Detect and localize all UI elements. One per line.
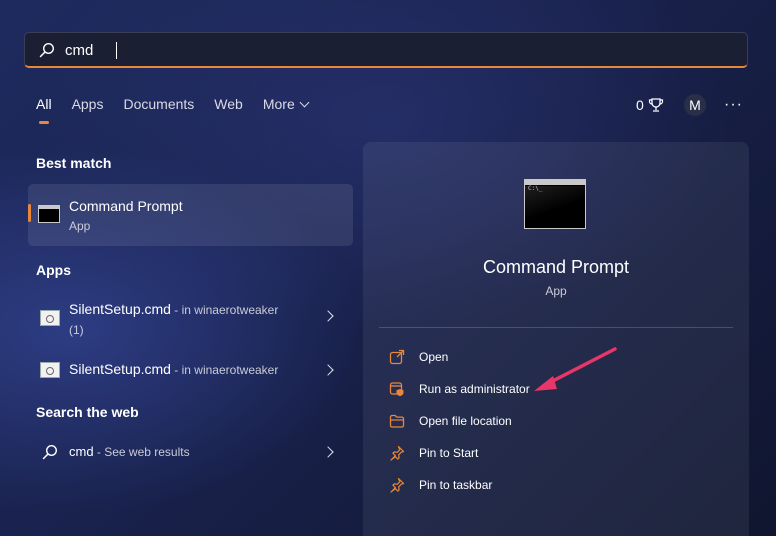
annotation-arrow-icon [534, 347, 617, 391]
